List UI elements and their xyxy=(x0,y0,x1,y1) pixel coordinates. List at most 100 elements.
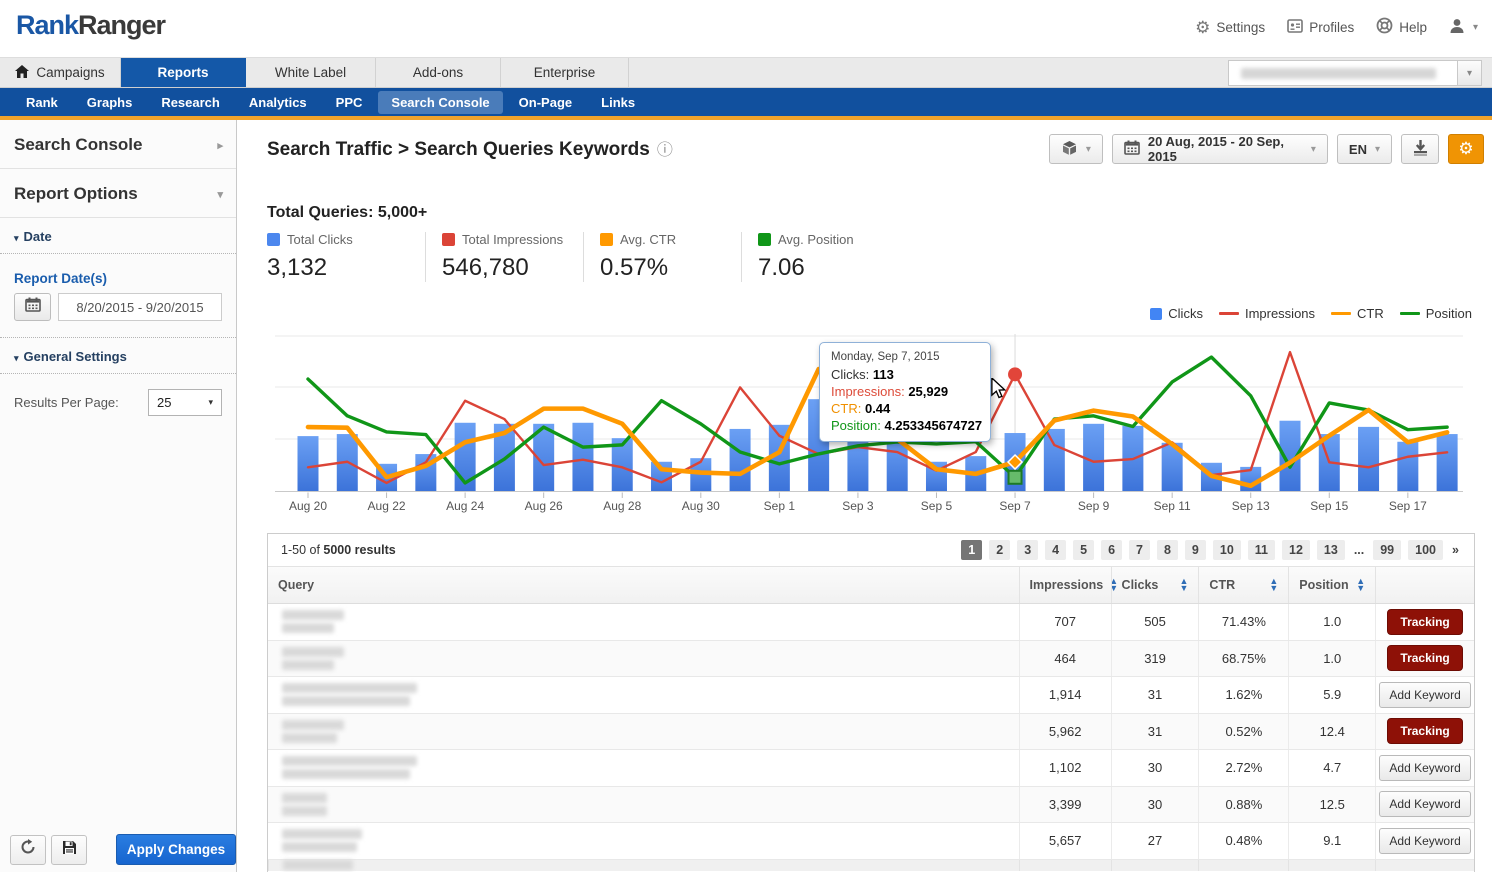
tracking-button[interactable]: Tracking xyxy=(1387,718,1462,744)
apply-changes-button[interactable]: Apply Changes xyxy=(116,834,236,865)
rankranger-logo[interactable]: RankRanger xyxy=(16,10,165,41)
action-cell: Add Keyword xyxy=(1375,787,1474,823)
report-type-button[interactable]: ▾ xyxy=(1049,134,1103,164)
report-settings-button[interactable]: ⚙ xyxy=(1448,134,1484,164)
subnav-graphs[interactable]: Graphs xyxy=(74,91,146,114)
add-keyword-button[interactable]: Add Keyword xyxy=(1379,791,1470,817)
sort-arrows-icon[interactable]: ▲▼ xyxy=(1174,578,1189,593)
tooltip-impressions-label: Impressions: xyxy=(831,384,905,399)
language-button[interactable]: EN▾ xyxy=(1337,134,1392,164)
impressions-cell xyxy=(1019,860,1111,871)
page-button-3[interactable]: 3 xyxy=(1017,540,1038,560)
home-icon xyxy=(15,65,29,81)
calendar-button[interactable] xyxy=(14,293,51,321)
tooltip-impressions-value: 25,929 xyxy=(908,384,948,399)
page-button-8[interactable]: 8 xyxy=(1157,540,1178,560)
settings-menu-item[interactable]: ⚙ Settings xyxy=(1195,19,1265,36)
svg-text:Aug 28: Aug 28 xyxy=(603,499,641,513)
pagination: 12345678910111213...99100» xyxy=(961,540,1461,560)
info-icon[interactable]: ⓘ xyxy=(657,142,673,159)
legend-position[interactable]: Position xyxy=(1400,306,1472,321)
column-header-clicks[interactable]: Clicks▲▼ xyxy=(1111,567,1199,603)
sort-arrows-icon[interactable]: ▲▼ xyxy=(1350,578,1365,593)
query-cell-redacted xyxy=(268,823,1019,859)
next-pages-button[interactable]: » xyxy=(1450,540,1461,560)
export-button[interactable] xyxy=(1401,134,1439,164)
campaign-selector-caret[interactable]: ▾ xyxy=(1457,61,1481,85)
total-queries: Total Queries: 5,000+ xyxy=(267,204,427,222)
page-button-99[interactable]: 99 xyxy=(1373,540,1401,560)
tab-reports[interactable]: Reports xyxy=(121,58,246,87)
results-per-page-select[interactable]: 25▾ xyxy=(148,389,222,416)
top-header: RankRanger ⚙ Settings Profiles Help ▾ xyxy=(0,0,1492,57)
legend-impressions[interactable]: Impressions xyxy=(1219,306,1315,321)
tracking-button[interactable]: Tracking xyxy=(1387,609,1462,635)
page-button-1[interactable]: 1 xyxy=(961,540,982,560)
results-per-page-row: Results Per Page: 25▾ xyxy=(0,374,236,431)
tooltip-position-value: 4.253345674727 xyxy=(885,418,983,433)
position-cell: 9.1 xyxy=(1288,823,1375,859)
query-cell-redacted xyxy=(268,677,1019,713)
column-header-impressions[interactable]: Impressions▲▼ xyxy=(1019,567,1111,603)
section-header-general-settings[interactable]: ▾General Settings xyxy=(0,338,236,374)
settings-label: Settings xyxy=(1216,20,1265,35)
table-row: 46431968.75%1.0Tracking xyxy=(268,641,1474,678)
column-header-ctr[interactable]: CTR▲▼ xyxy=(1198,567,1288,603)
legend-ctr[interactable]: CTR xyxy=(1331,306,1384,321)
campaign-selector[interactable]: ▾ xyxy=(1228,60,1482,86)
svg-text:Sep 15: Sep 15 xyxy=(1310,499,1348,513)
subnav-ppc[interactable]: PPC xyxy=(323,91,376,114)
column-header-position[interactable]: Position▲▼ xyxy=(1288,567,1375,603)
section-header-date[interactable]: ▾Date xyxy=(0,218,236,254)
column-header-query: Query xyxy=(268,567,1019,603)
page-button-7[interactable]: 7 xyxy=(1129,540,1150,560)
page-button-11[interactable]: 11 xyxy=(1248,540,1275,560)
subnav-rank[interactable]: Rank xyxy=(13,91,71,114)
profiles-menu-item[interactable]: Profiles xyxy=(1287,18,1354,37)
svg-text:Aug 24: Aug 24 xyxy=(446,499,484,513)
page-button-12[interactable]: 12 xyxy=(1282,540,1310,560)
help-menu-item[interactable]: Help xyxy=(1376,17,1427,37)
impressions-cell: 5,962 xyxy=(1019,714,1111,750)
subnav-links[interactable]: Links xyxy=(588,91,648,114)
page-button-13[interactable]: 13 xyxy=(1317,540,1345,560)
sort-arrows-icon[interactable]: ▲▼ xyxy=(1263,578,1278,593)
ctr-cell: 0.88% xyxy=(1198,787,1288,823)
tab-white-label[interactable]: White Label xyxy=(246,58,376,87)
gear-icon: ⚙ xyxy=(1195,19,1210,36)
subnav-analytics[interactable]: Analytics xyxy=(236,91,320,114)
report-date-range-input[interactable]: 8/20/2015 - 9/20/2015 xyxy=(58,293,222,321)
page-button-10[interactable]: 10 xyxy=(1213,540,1241,560)
redacted-query-text xyxy=(283,860,353,870)
refresh-button[interactable] xyxy=(10,835,46,865)
tracking-button[interactable]: Tracking xyxy=(1387,645,1462,671)
subnav-research[interactable]: Research xyxy=(148,91,233,114)
add-keyword-button[interactable]: Add Keyword xyxy=(1379,828,1470,854)
sidebar-panel-search-console[interactable]: Search Console▸ xyxy=(0,120,236,169)
date-range-button[interactable]: 20 Aug, 2015 - 20 Sep, 2015▾ xyxy=(1112,134,1328,164)
page-button-5[interactable]: 5 xyxy=(1073,540,1094,560)
subnav-search-console[interactable]: Search Console xyxy=(378,91,502,114)
results-per-page-label: Results Per Page: xyxy=(14,395,119,410)
page-button-...: ... xyxy=(1352,540,1366,560)
stat-label: Avg. Position xyxy=(778,232,854,247)
add-keyword-button[interactable]: Add Keyword xyxy=(1379,682,1470,708)
add-keyword-button[interactable]: Add Keyword xyxy=(1379,755,1470,781)
tab-add-ons[interactable]: Add-ons xyxy=(376,58,501,87)
redacted-query-text xyxy=(282,793,327,803)
tab-campaigns[interactable]: Campaigns xyxy=(0,58,121,87)
tab-enterprise[interactable]: Enterprise xyxy=(501,58,629,87)
page-button-6[interactable]: 6 xyxy=(1101,540,1122,560)
page-button-9[interactable]: 9 xyxy=(1185,540,1206,560)
calendar-icon xyxy=(25,297,41,317)
account-menu-item[interactable]: ▾ xyxy=(1449,18,1478,36)
page-button-100[interactable]: 100 xyxy=(1408,540,1443,560)
sidebar-panel-report-options[interactable]: Report Options▾ xyxy=(0,169,236,218)
page-button-4[interactable]: 4 xyxy=(1045,540,1066,560)
legend-clicks[interactable]: Clicks xyxy=(1150,306,1203,321)
save-button[interactable] xyxy=(51,835,87,865)
legend-label: CTR xyxy=(1357,306,1384,321)
svg-text:Aug 22: Aug 22 xyxy=(368,499,406,513)
subnav-on-page[interactable]: On-Page xyxy=(506,91,585,114)
page-button-2[interactable]: 2 xyxy=(989,540,1010,560)
